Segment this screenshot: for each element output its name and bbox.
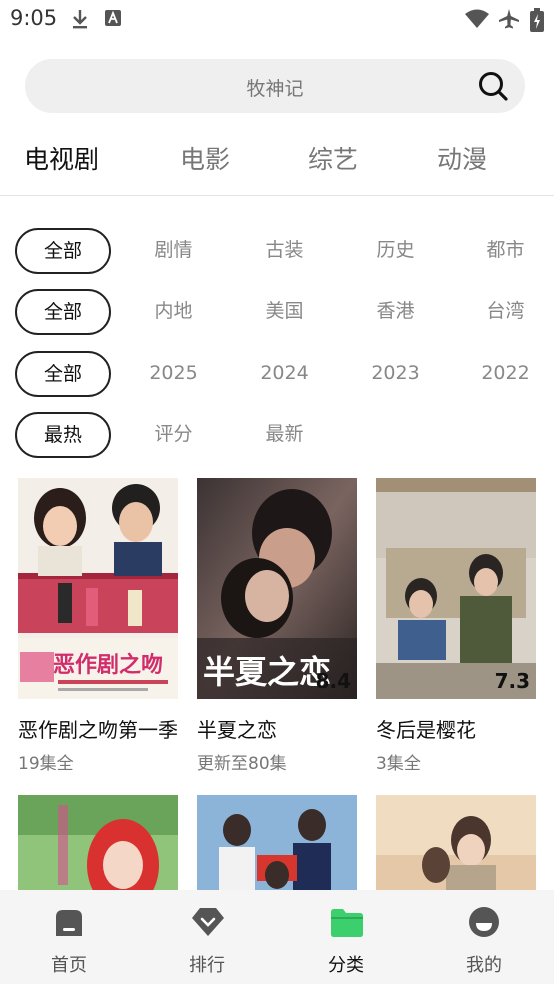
filter-chip-region-hongkong[interactable]: 香港: [340, 289, 451, 333]
category-folder-icon: [330, 906, 364, 942]
video-poster[interactable]: 半夏之恋 8.4: [197, 478, 357, 699]
video-poster[interactable]: 7.3: [376, 478, 536, 699]
download-icon: [70, 8, 90, 34]
video-poster[interactable]: 恶作剧之吻: [18, 478, 178, 699]
video-title: 恶作剧之吻第一季: [18, 718, 178, 742]
video-title: 冬后是樱花: [376, 718, 476, 742]
video-episodes: 更新至80集: [197, 754, 287, 774]
wifi-icon: [464, 8, 490, 34]
sort-chip-rating[interactable]: 评分: [118, 412, 229, 456]
video-poster[interactable]: [18, 795, 178, 890]
search-placeholder: 牧神记: [246, 78, 304, 100]
sort-chip-latest[interactable]: 最新: [229, 412, 340, 456]
filter-chip-year-2024[interactable]: 2024: [229, 351, 340, 395]
filter-chip-genre-urban[interactable]: 都市: [450, 228, 554, 272]
filter-row-genre: 全部 剧情 古装 历史 都市: [0, 228, 554, 274]
profile-icon: [468, 906, 500, 942]
category-tabs: 电视剧 电影 综艺 动漫: [0, 140, 554, 186]
video-card[interactable]: 半夏之恋 8.4 半夏之恋 更新至80集: [197, 478, 357, 778]
filter-chip-genre-drama[interactable]: 剧情: [118, 228, 229, 272]
nav-home[interactable]: 首页: [0, 890, 138, 984]
tab-variety[interactable]: 综艺: [308, 140, 358, 176]
video-card[interactable]: [376, 795, 536, 890]
tab-tv-series[interactable]: 电视剧: [24, 140, 99, 176]
tabs-divider: [0, 195, 554, 196]
video-poster[interactable]: [197, 795, 357, 890]
translate-icon: [104, 8, 122, 32]
nav-category[interactable]: 分类: [277, 890, 415, 984]
video-card[interactable]: [197, 795, 357, 890]
filter-chip-genre-history[interactable]: 历史: [340, 228, 451, 272]
video-card[interactable]: 恶作剧之吻 恶作剧之吻第一季 19集全: [18, 478, 178, 778]
tab-movies[interactable]: 电影: [180, 140, 230, 176]
nav-profile-label: 我的: [466, 955, 502, 976]
nav-ranking-label: 排行: [189, 955, 225, 976]
status-time: 9:05: [10, 6, 58, 30]
video-episodes: 19集全: [18, 754, 74, 774]
nav-category-label: 分类: [328, 955, 364, 976]
filter-chip-year-2022[interactable]: 2022: [450, 351, 554, 395]
video-card[interactable]: [18, 795, 178, 890]
nav-home-label: 首页: [51, 955, 87, 976]
search-bar[interactable]: 牧神记: [25, 59, 525, 113]
battery-icon: [530, 8, 544, 36]
filter-row-region: 全部 内地 美国 香港 台湾: [0, 289, 554, 335]
svg-text:半夏之恋: 半夏之恋: [203, 653, 331, 691]
video-episodes: 3集全: [376, 754, 421, 774]
nav-ranking[interactable]: 排行: [138, 890, 276, 984]
ranking-icon: [191, 906, 225, 942]
sort-chip-hottest[interactable]: 最热: [15, 412, 111, 458]
video-card[interactable]: 7.3 冬后是樱花 3集全: [376, 478, 536, 778]
filter-row-sort: 最热 评分 最新: [0, 412, 554, 458]
video-title: 半夏之恋: [197, 718, 277, 742]
filter-chip-region-all[interactable]: 全部: [15, 289, 111, 335]
filter-chip-region-mainland[interactable]: 内地: [118, 289, 229, 333]
search-icon[interactable]: [477, 70, 509, 106]
filter-chip-year-all[interactable]: 全部: [15, 351, 111, 397]
bottom-navigation: 首页 排行 分类 我的: [0, 890, 554, 984]
filter-chip-region-usa[interactable]: 美国: [229, 289, 340, 333]
filter-chip-genre-all[interactable]: 全部: [15, 228, 111, 274]
filter-chip-year-2025[interactable]: 2025: [118, 351, 229, 395]
svg-text:恶作剧之吻: 恶作剧之吻: [53, 652, 163, 678]
filter-chip-year-2023[interactable]: 2023: [340, 351, 451, 395]
filter-chip-region-taiwan[interactable]: 台湾: [450, 289, 554, 333]
filter-chip-genre-costume[interactable]: 古装: [229, 228, 340, 272]
rating-score: 7.3: [494, 669, 530, 693]
video-poster[interactable]: [376, 795, 536, 890]
airplane-icon: [498, 8, 520, 34]
rating-score: 8.4: [315, 669, 351, 693]
home-icon: [53, 906, 85, 942]
status-bar: 9:05: [0, 0, 554, 38]
tab-anime[interactable]: 动漫: [437, 140, 487, 176]
filter-row-year: 全部 2025 2024 2023 2022: [0, 351, 554, 397]
nav-profile[interactable]: 我的: [415, 890, 553, 984]
